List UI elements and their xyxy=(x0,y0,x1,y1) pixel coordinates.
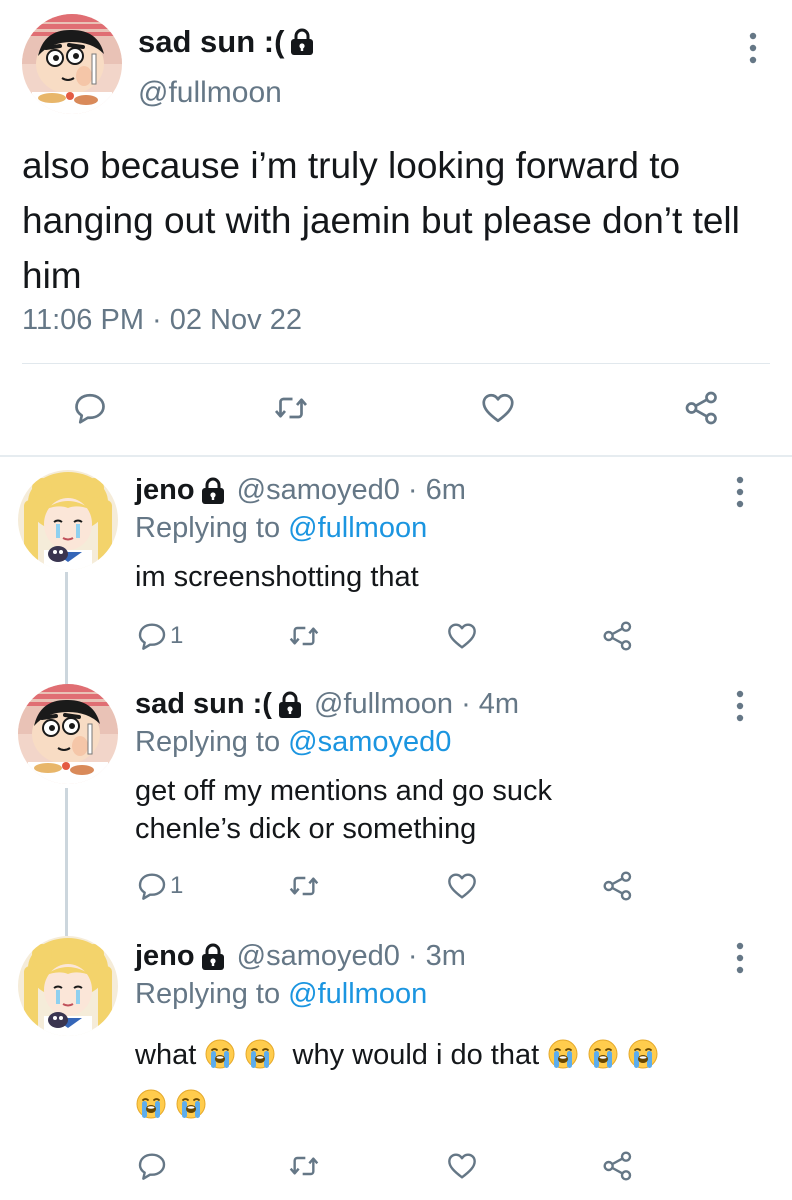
like-icon xyxy=(446,1150,478,1182)
like-icon xyxy=(446,870,478,902)
reply-text: im screenshotting that xyxy=(135,561,419,593)
avatar-image xyxy=(18,470,118,570)
reply-header: jeno @samoyed0 · 3m xyxy=(135,940,466,973)
more-vertical-icon[interactable] xyxy=(733,30,773,70)
share-button[interactable] xyxy=(602,620,634,652)
retweet-button[interactable] xyxy=(288,1150,320,1182)
reply-count: 1 xyxy=(170,872,184,899)
like-icon xyxy=(480,390,516,426)
reply-text: what why would i do that xyxy=(135,1030,755,1130)
author-handle[interactable]: @fullmoon · 4m xyxy=(314,688,519,721)
like-button[interactable] xyxy=(446,1150,478,1182)
avatar-image xyxy=(18,684,118,784)
avatar[interactable] xyxy=(18,936,118,1036)
reply-tweet[interactable]: jeno @samoyed0 · 3m Replying to @fullmoo… xyxy=(0,936,792,1200)
loudly-crying-face-icon xyxy=(175,1088,207,1120)
tweet-text: also because i’m truly looking forward t… xyxy=(22,145,740,296)
like-button[interactable] xyxy=(446,870,478,902)
reply-button[interactable]: 1 xyxy=(136,870,183,902)
share-button[interactable] xyxy=(602,1150,634,1182)
tweet-timestamp[interactable]: 11:06 PM · 02 Nov 22 xyxy=(22,304,302,337)
author-name[interactable]: sad sun :( xyxy=(135,688,272,721)
retweet-button[interactable] xyxy=(273,390,309,426)
share-icon xyxy=(684,390,720,426)
more-vertical-icon[interactable] xyxy=(722,688,758,724)
loudly-crying-face-icon xyxy=(244,1038,276,1070)
avatar[interactable] xyxy=(18,470,118,570)
share-icon xyxy=(602,1150,634,1182)
like-icon xyxy=(446,620,478,652)
reply-tweet[interactable]: sad sun :( @fullmoon · 4m Replying to @s… xyxy=(0,684,792,924)
author-name[interactable]: jeno xyxy=(135,940,195,973)
reply-header: sad sun :( @fullmoon · 4m xyxy=(135,688,519,721)
author-handle[interactable]: @samoyed0 · 3m xyxy=(237,940,466,973)
more-vertical-icon[interactable] xyxy=(722,940,758,976)
lock-icon xyxy=(201,477,225,505)
replying-to: Replying to @fullmoon xyxy=(135,512,427,545)
avatar[interactable] xyxy=(22,14,122,114)
replying-to-link[interactable]: @fullmoon xyxy=(288,978,427,1010)
reply-icon xyxy=(72,390,108,426)
like-button[interactable] xyxy=(446,620,478,652)
retweet-icon xyxy=(288,870,320,902)
reply-count: 1 xyxy=(170,622,184,649)
replying-prefix: Replying to xyxy=(135,726,281,758)
retweet-icon xyxy=(288,1150,320,1182)
author-name[interactable]: sad sun :( xyxy=(138,24,284,60)
retweet-icon xyxy=(273,390,309,426)
loudly-crying-face-icon xyxy=(135,1088,167,1120)
reply-text-part: why would i do that xyxy=(292,1039,540,1071)
lock-icon xyxy=(201,943,225,971)
reply-button[interactable] xyxy=(136,1150,168,1182)
share-icon xyxy=(602,870,634,902)
reply-tweet[interactable]: jeno @samoyed0 · 6m Replying to @fullmoo… xyxy=(0,470,792,670)
retweet-button[interactable] xyxy=(288,870,320,902)
loudly-crying-face-icon xyxy=(627,1038,659,1070)
reply-text-part: what xyxy=(135,1039,197,1071)
author-name-row[interactable]: sad sun :( xyxy=(138,24,314,60)
lock-icon xyxy=(278,691,302,719)
replying-prefix: Replying to xyxy=(135,978,281,1010)
more-vertical-icon[interactable] xyxy=(722,474,758,510)
like-button[interactable] xyxy=(480,390,516,426)
main-tweet: sad sun :( @fullmoon also because i’m tr… xyxy=(0,0,792,455)
author-handle[interactable]: @fullmoon xyxy=(138,76,282,110)
loudly-crying-face-icon xyxy=(587,1038,619,1070)
reply-icon xyxy=(136,870,168,902)
reply-text-line: chenle’s dick or something xyxy=(135,813,477,845)
replying-to: Replying to @fullmoon xyxy=(135,978,427,1011)
retweet-button[interactable] xyxy=(288,620,320,652)
share-button[interactable] xyxy=(602,870,634,902)
replying-to: Replying to @samoyed0 xyxy=(135,726,451,759)
lock-icon xyxy=(290,28,314,56)
reply-header: jeno @samoyed0 · 6m xyxy=(135,474,466,507)
reply-button[interactable]: 1 xyxy=(136,620,183,652)
avatar[interactable] xyxy=(18,684,118,784)
reply-icon xyxy=(136,620,168,652)
loudly-crying-face-icon xyxy=(547,1038,579,1070)
loudly-crying-face-icon xyxy=(204,1038,236,1070)
reply-text-line: get off my mentions and go suck xyxy=(135,775,552,807)
avatar-image xyxy=(18,936,118,1036)
retweet-icon xyxy=(288,620,320,652)
avatar-image xyxy=(22,14,122,114)
reply-button[interactable] xyxy=(72,390,108,426)
replying-prefix: Replying to xyxy=(135,512,281,544)
author-handle[interactable]: @samoyed0 · 6m xyxy=(237,474,466,507)
reply-icon xyxy=(136,1150,168,1182)
reply-text: get off my mentions and go suck chenle’s… xyxy=(135,772,755,848)
divider xyxy=(22,363,770,364)
share-button[interactable] xyxy=(684,390,720,426)
replying-to-link[interactable]: @fullmoon xyxy=(288,512,427,544)
share-icon xyxy=(602,620,634,652)
section-separator xyxy=(0,455,792,457)
replying-to-link[interactable]: @samoyed0 xyxy=(288,726,451,758)
author-name[interactable]: jeno xyxy=(135,474,195,507)
